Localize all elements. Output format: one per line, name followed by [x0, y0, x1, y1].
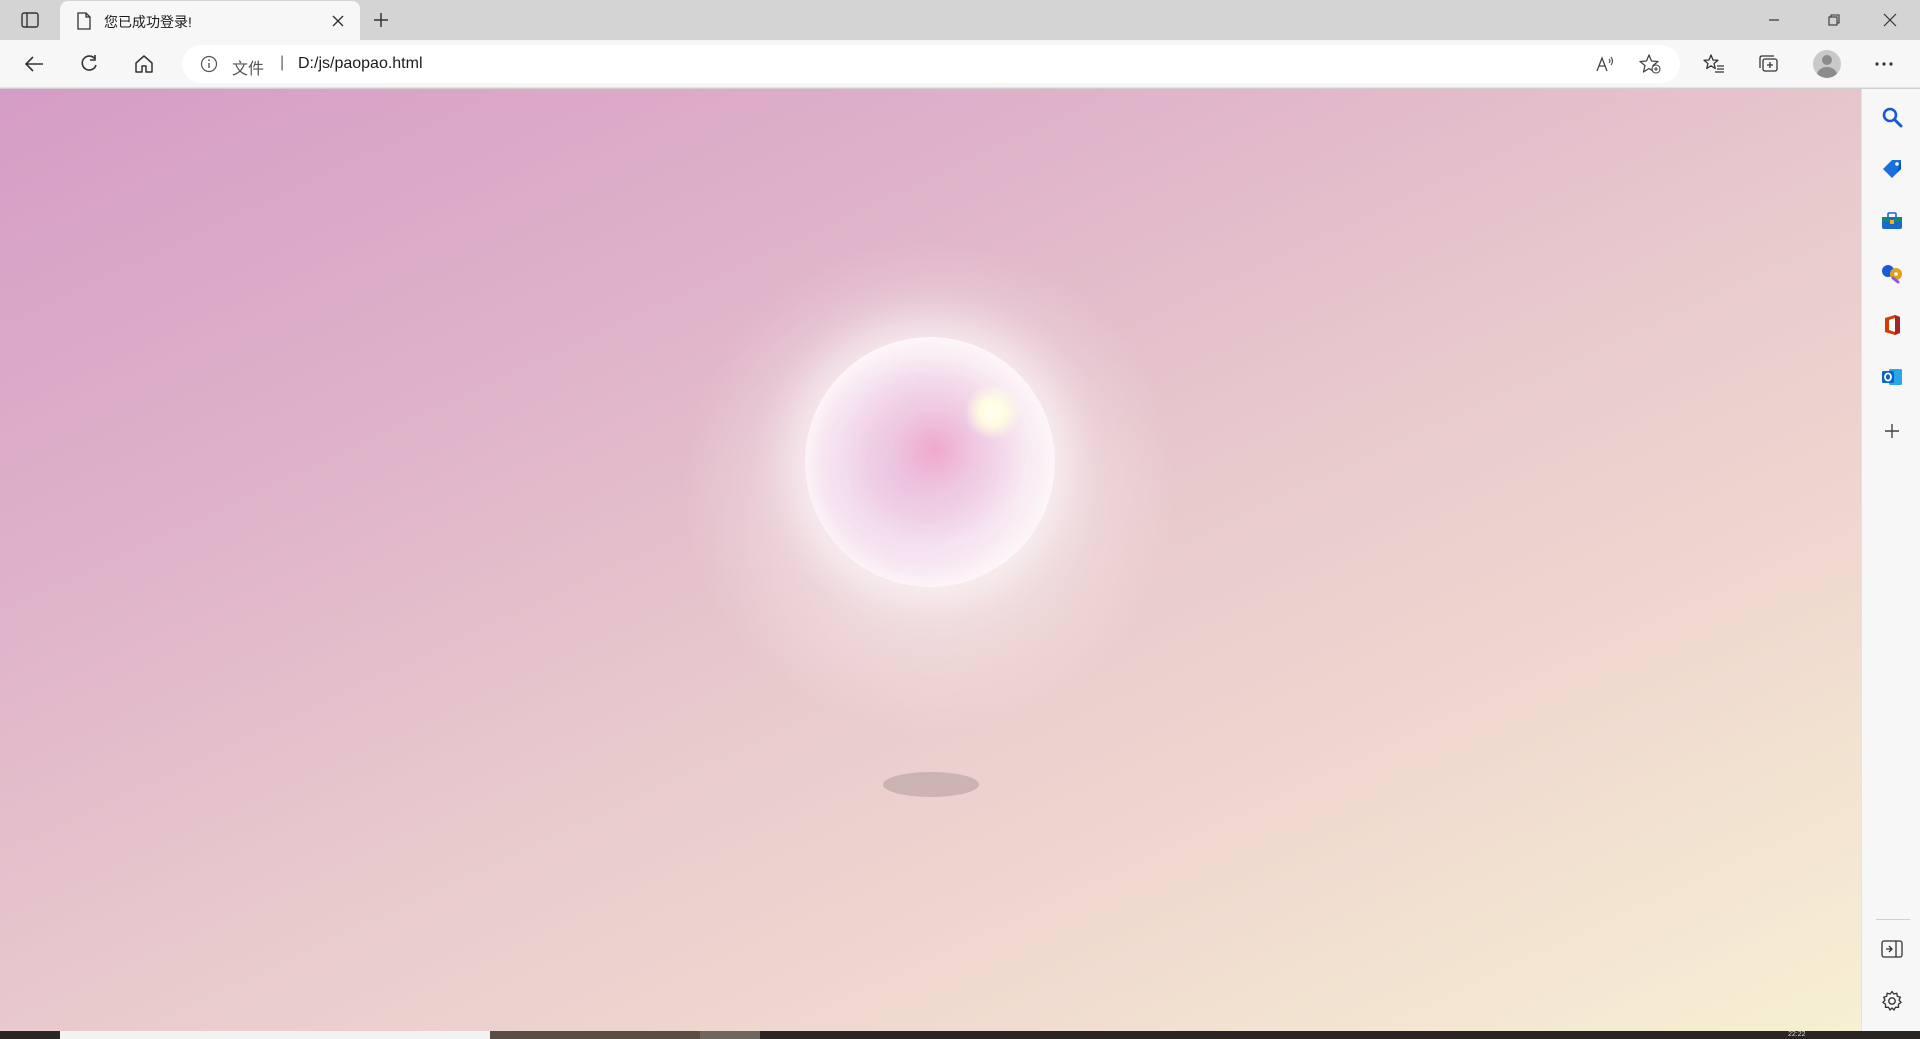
plus-icon: [374, 13, 388, 27]
read-aloud-icon: [1596, 56, 1614, 72]
refresh-button[interactable]: [71, 46, 107, 82]
plus-icon: [1885, 424, 1899, 438]
new-tab-button[interactable]: [366, 6, 396, 34]
address-bar[interactable]: 文件 | D:/js/paopao.html: [182, 45, 1680, 83]
more-icon: [1875, 62, 1893, 66]
minimize-icon: [1769, 19, 1779, 21]
search-icon: [1882, 107, 1903, 128]
hide-sidebar-button[interactable]: [1876, 933, 1908, 965]
settings-and-more-button[interactable]: [1866, 46, 1902, 82]
outlook-icon: [1882, 369, 1902, 385]
sidebar-outlook-button[interactable]: [1876, 361, 1908, 393]
sidebar-collapse-icon: [1881, 940, 1903, 958]
favorites-icon: [1703, 54, 1724, 73]
close-window-button[interactable]: [1862, 0, 1918, 40]
back-button[interactable]: [16, 46, 52, 82]
sidebar-tools-button[interactable]: [1876, 205, 1908, 237]
sidebar-search-button[interactable]: [1876, 101, 1908, 133]
refresh-icon: [81, 55, 97, 71]
tab-actions-button[interactable]: [14, 7, 46, 33]
sidebar-settings-button[interactable]: [1876, 985, 1908, 1017]
taskbar-app-segment[interactable]: [700, 1031, 760, 1039]
tab-active[interactable]: 您已成功登录!: [60, 1, 360, 40]
tab-close-icon[interactable]: [326, 9, 350, 33]
home-icon: [135, 55, 153, 73]
star-add-icon: [1639, 54, 1661, 74]
sidebar-shopping-button[interactable]: [1876, 153, 1908, 185]
page-content: [0, 89, 1861, 1031]
taskbar-clock: 22:22: [1788, 1031, 1806, 1038]
sidebar-add-button[interactable]: [1876, 415, 1908, 447]
info-icon[interactable]: [200, 55, 218, 73]
collections-icon: [1759, 55, 1778, 72]
avatar-body: [1817, 67, 1837, 78]
taskbar-strip: 22:22: [0, 1031, 1920, 1039]
read-aloud-button[interactable]: [1592, 50, 1620, 78]
address-separator: |: [280, 54, 285, 71]
sidebar-divider: [1876, 919, 1910, 920]
sidebar-games-button[interactable]: [1876, 257, 1908, 289]
tab-actions-icon: [21, 12, 39, 28]
restore-button[interactable]: [1806, 0, 1862, 40]
taskbar-app-segment[interactable]: [490, 1031, 700, 1039]
gear-icon: [1882, 990, 1902, 1011]
avatar-head: [1822, 55, 1832, 65]
minimize-button[interactable]: [1746, 0, 1802, 40]
add-favorite-button[interactable]: [1636, 50, 1664, 78]
collections-button[interactable]: [1751, 46, 1787, 82]
arrow-left-icon: [24, 56, 43, 72]
taskbar-search-box[interactable]: [60, 1031, 490, 1039]
office-icon: [1885, 315, 1900, 335]
soap-bubble: [805, 337, 1055, 587]
tab-strip: 您已成功登录!: [0, 0, 1920, 40]
shopping-tag-icon: [1883, 160, 1901, 178]
close-icon: [1883, 13, 1897, 27]
restore-icon: [1828, 14, 1840, 26]
browser-window: 您已成功登录! 文件 | D:/js/paopao.html 22:22: [0, 0, 1920, 1039]
edge-sidebar: [1861, 89, 1920, 1031]
bubble-shadow: [883, 772, 979, 797]
url-text[interactable]: D:/js/paopao.html: [298, 55, 423, 73]
file-scheme-label: 文件: [232, 61, 265, 78]
navigation-toolbar: 文件 | D:/js/paopao.html: [0, 40, 1920, 88]
profile-avatar[interactable]: [1813, 50, 1841, 78]
home-button[interactable]: [126, 46, 162, 82]
games-icon: [1882, 265, 1902, 284]
tab-title: 您已成功登录!: [104, 14, 192, 30]
sidebar-office-button[interactable]: [1876, 309, 1908, 341]
toolbox-icon: [1882, 212, 1902, 229]
favorites-button[interactable]: [1696, 46, 1732, 82]
page-icon: [74, 11, 94, 31]
